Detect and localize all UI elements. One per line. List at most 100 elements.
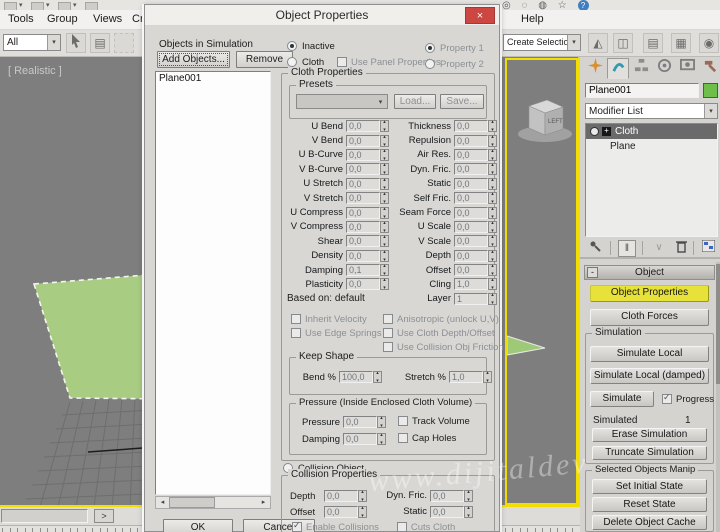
expand-icon[interactable]: + [602,127,611,136]
spinner-arrows-icon[interactable] [377,433,386,445]
value-field[interactable]: 0,0 [346,235,380,247]
configure-modifier-sets-icon[interactable] [699,240,717,257]
object-color-swatch[interactable] [703,83,718,98]
value-field[interactable]: 0,0 [454,135,488,147]
spinner-arrows-icon[interactable] [380,221,389,233]
checkbox-track-volume[interactable]: Track Volume [398,416,470,430]
progress-checkbox[interactable]: Progress [662,394,714,408]
chevron-down-icon[interactable]: ▾ [567,35,580,50]
spinner-arrows-icon[interactable] [488,178,497,190]
simulate-local-button[interactable]: Simulate Local [590,346,709,362]
spinner-arrows-icon[interactable] [377,416,386,428]
checkbox-icon[interactable] [291,314,301,324]
value-field[interactable]: 0,0 [454,192,488,204]
modifier-stack-item-cloth[interactable]: +Cloth [586,124,717,139]
spinner-arrows-icon[interactable] [488,120,497,132]
value-field[interactable]: 0,0 [346,120,380,132]
spinner-arrows-icon[interactable] [488,293,497,305]
tab-motion[interactable] [653,58,675,79]
curve-editor-icon[interactable]: ◉ [699,33,719,53]
value-field[interactable]: 1,0 [449,371,483,383]
presets-dropdown[interactable]: ▾ [296,94,388,109]
spinner-arrows-icon[interactable] [488,278,497,290]
next-frame-button[interactable]: > [94,509,114,523]
chevron-down-icon[interactable]: ▾ [374,95,387,108]
value-field[interactable]: 0,0 [454,163,488,175]
button-set-initial-state[interactable]: Set Initial State [592,479,707,494]
pin-stack-icon[interactable] [586,240,604,257]
spinner-arrows-icon[interactable] [380,120,389,132]
select-object-icon[interactable] [66,33,86,53]
spinner-arrows-icon[interactable] [488,207,497,219]
align-icon[interactable]: ◫ [613,33,633,53]
spinner-arrows-icon[interactable] [488,221,497,233]
checkbox-icon[interactable] [383,314,393,324]
dialog-title[interactable]: Object Properties [145,5,499,26]
selection-region-icon[interactable] [114,33,134,53]
workspace-icon[interactable] [85,2,98,10]
radio-property-1[interactable]: Property 1 [425,43,484,57]
value-field[interactable]: 0,0 [430,506,464,518]
value-field[interactable]: 0,0 [454,235,488,247]
viewport-active[interactable]: LEFT [505,58,578,505]
layer-manager-icon[interactable]: ▤ [643,33,663,53]
value-field[interactable]: 0,0 [346,207,380,219]
radio-property-2[interactable]: Property 2 [425,59,484,73]
checkbox-anisotropic-unlock-u-v-[interactable]: Anisotropic (unlock U,V) [383,314,504,328]
undo-icon[interactable] [31,2,44,10]
checkbox-use-cloth-depth-offset[interactable]: Use Cloth Depth/Offset [383,328,504,342]
value-field[interactable]: 0,0 [346,192,380,204]
scene-explorer-icon[interactable]: ▦ [671,33,691,53]
value-field[interactable]: 0,0 [346,149,380,161]
spinner-arrows-icon[interactable] [488,250,497,262]
value-field[interactable]: 0,0 [346,250,380,262]
tab-utilities[interactable] [699,58,720,79]
spinner-arrows-icon[interactable] [380,250,389,262]
spinner-arrows-icon[interactable] [380,278,389,290]
save-button[interactable]: Save... [440,94,484,109]
checkbox-icon[interactable] [397,522,407,532]
modifier-stack[interactable]: +ClothPlane [585,123,718,237]
value-field[interactable]: 0,0 [454,207,488,219]
chevron-down-icon[interactable]: ▾ [47,35,60,50]
value-field[interactable]: 0,0 [454,264,488,276]
radio-icon[interactable] [425,43,435,53]
value-field[interactable]: 0,0 [324,506,358,518]
scrollbar-thumb[interactable] [716,264,720,384]
spinner-arrows-icon[interactable] [380,235,389,247]
checkbox-use-collision-obj-friction[interactable]: Use Collision Obj Friction [383,342,504,356]
value-field[interactable]: 1 [454,293,488,305]
checkbox-icon[interactable] [398,416,408,426]
panel-scrollbar[interactable] [716,262,720,532]
value-field[interactable]: 0,1 [346,264,380,276]
value-field[interactable]: 0,0 [454,178,488,190]
chevron-down-icon[interactable]: ▾ [704,104,717,118]
value-field[interactable]: 0,0 [430,490,464,502]
modifier-stack-item-plane[interactable]: Plane [586,139,717,154]
value-field[interactable]: 100,0 [339,371,373,383]
simulate-button[interactable]: Simulate [590,391,654,407]
value-field[interactable]: 0,0 [454,221,488,233]
truncate-simulation-button[interactable]: Truncate Simulation [592,446,707,460]
save-icon[interactable] [4,2,17,10]
spinner-arrows-icon[interactable] [488,192,497,204]
spinner-arrows-icon[interactable] [483,371,492,383]
value-field[interactable]: 0,0 [454,120,488,132]
cloth-forces-button[interactable]: Cloth Forces [590,309,709,326]
list-item[interactable]: Plane001 [156,72,270,85]
checkbox-inherit-velocity[interactable]: Inherit Velocity [291,314,383,328]
checkbox-use-edge-springs[interactable]: Use Edge Springs [291,328,383,342]
viewcube[interactable]: LEFT [515,90,575,150]
spinner-arrows-icon[interactable] [373,371,382,383]
remove-button[interactable]: Remove [236,51,293,68]
value-field[interactable]: 1,0 [454,278,488,290]
spinner-arrows-icon[interactable] [380,207,389,219]
tab-create[interactable] [584,58,606,79]
spinner-arrows-icon[interactable] [358,490,367,502]
button-delete-object-cache[interactable]: Delete Object Cache [592,515,707,530]
load-button[interactable]: Load... [394,94,436,109]
checkbox-icon[interactable] [383,342,393,352]
modifier-list-dropdown[interactable]: Modifier List▾ [585,103,718,119]
spinner-arrows-icon[interactable] [464,506,473,518]
simulate-local-damped-button[interactable]: Simulate Local (damped) [590,368,709,384]
